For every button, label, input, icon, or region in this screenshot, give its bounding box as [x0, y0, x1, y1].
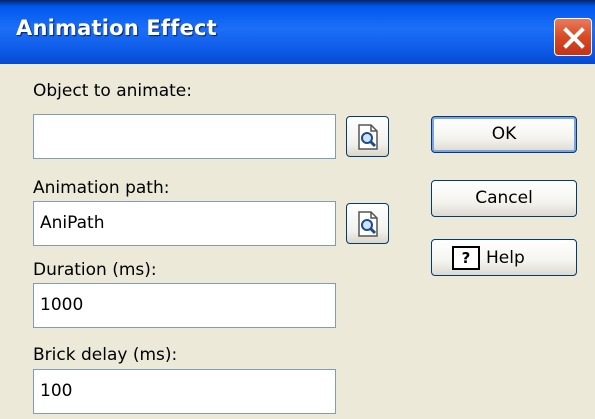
browse-magnifier-icon — [358, 124, 378, 150]
close-icon — [563, 27, 585, 49]
ok-button[interactable]: OK — [431, 116, 577, 153]
help-icon: ? — [452, 246, 480, 270]
brick-delay-label: Brick delay (ms): — [33, 345, 178, 365]
animation-path-input[interactable]: AniPath — [33, 201, 336, 246]
window-title: Animation Effect — [16, 16, 217, 40]
help-button-label: Help — [486, 247, 525, 268]
browse-path-button[interactable] — [346, 203, 389, 244]
object-to-animate-input[interactable] — [33, 114, 336, 159]
brick-delay-input[interactable]: 100 — [33, 369, 336, 414]
dialog-body: Object to animate: Animation path: AniPa… — [0, 64, 595, 419]
duration-label: Duration (ms): — [33, 260, 157, 280]
object-to-animate-label: Object to animate: — [33, 81, 192, 101]
close-button[interactable] — [554, 18, 592, 56]
cancel-button[interactable]: Cancel — [431, 180, 577, 217]
help-button[interactable]: ? Help — [431, 239, 577, 276]
animation-path-label: Animation path: — [33, 178, 170, 198]
browse-magnifier-icon — [358, 211, 378, 237]
browse-object-button[interactable] — [346, 116, 389, 157]
duration-input[interactable]: 1000 — [33, 283, 336, 328]
title-bar[interactable]: Animation Effect — [0, 0, 595, 64]
